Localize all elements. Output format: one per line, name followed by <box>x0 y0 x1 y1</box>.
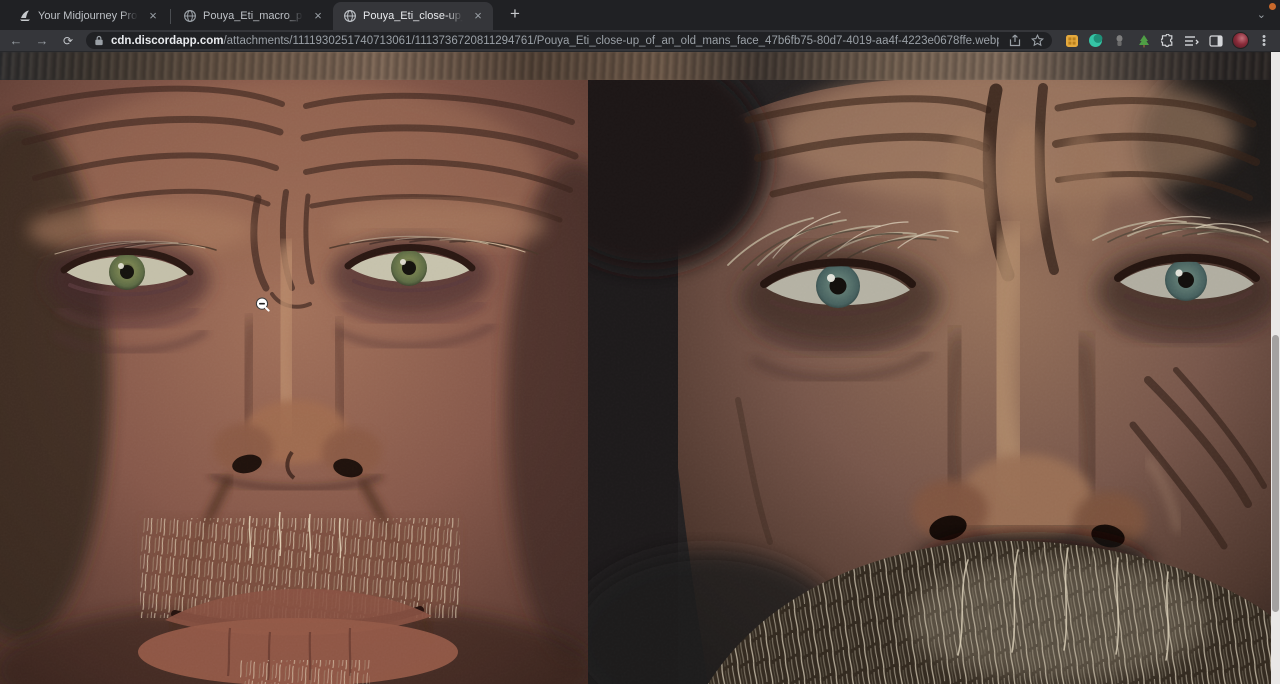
left-portrait[interactable] <box>0 80 588 684</box>
close-icon[interactable]: × <box>471 9 485 23</box>
browser-window: Your Midjourney Profile × Pouya_Eti_macr… <box>0 0 1280 684</box>
tab-separator <box>170 9 171 24</box>
extensions-row: ••• <box>1060 32 1280 49</box>
teal-moon-extension-icon[interactable] <box>1088 33 1103 48</box>
tab-title: Your Midjourney Profile <box>38 10 140 22</box>
tab-midjourney-profile[interactable]: Your Midjourney Profile × <box>8 2 168 30</box>
yellow-grid-extension-icon[interactable] <box>1064 33 1079 48</box>
green-tree-extension-icon[interactable] <box>1136 33 1151 48</box>
gray-extension-icon[interactable] <box>1112 33 1127 48</box>
page-scrollbar[interactable] <box>1271 52 1280 684</box>
tab-macro-photo[interactable]: Pouya_Eti_macro_photo_of_a × <box>173 2 333 30</box>
close-icon[interactable]: × <box>311 9 325 23</box>
browser-toolbar: ← → ⟳ cdn.discordapp.com/attachments/111… <box>0 30 1280 52</box>
tab-search-chevron-icon[interactable]: ⌄ <box>1257 8 1266 21</box>
image-viewer-page[interactable] <box>0 52 1280 684</box>
scrollbar-thumb[interactable] <box>1272 335 1279 612</box>
browser-menu-icon[interactable]: ••• <box>1258 35 1270 47</box>
forward-button[interactable]: → <box>32 31 52 51</box>
tab-title: Pouya_Eti_close-up_of_an_ol <box>363 10 465 22</box>
recording-indicator-dot <box>1269 3 1276 10</box>
right-portrait[interactable] <box>588 80 1271 684</box>
new-tab-button[interactable]: + <box>503 2 527 26</box>
puzzle-extensions-icon[interactable] <box>1160 33 1175 48</box>
tab-strip: Your Midjourney Profile × Pouya_Eti_macr… <box>0 0 1280 30</box>
bookmark-star-icon[interactable] <box>1031 34 1044 47</box>
close-icon[interactable]: × <box>146 9 160 23</box>
share-icon[interactable] <box>1009 34 1021 47</box>
reading-list-icon[interactable] <box>1184 33 1199 48</box>
right-portrait-art <box>588 80 1271 684</box>
profile-avatar[interactable] <box>1232 32 1249 49</box>
url-domain: cdn.discordapp.com <box>111 35 223 47</box>
url-path: /attachments/1111930251740713061/1113736… <box>223 35 999 47</box>
back-button[interactable]: ← <box>6 31 26 51</box>
tab-closeup-active[interactable]: Pouya_Eti_close-up_of_an_ol × <box>333 2 493 30</box>
globe-icon <box>183 9 197 23</box>
side-panel-icon[interactable] <box>1208 33 1223 48</box>
upper-image-row-strip <box>0 52 1271 80</box>
tab-title: Pouya_Eti_macro_photo_of_a <box>203 10 305 22</box>
address-bar[interactable]: cdn.discordapp.com/attachments/111193025… <box>86 32 1052 49</box>
lock-icon <box>94 35 104 46</box>
midjourney-sailboat-icon <box>18 9 32 23</box>
reload-button[interactable]: ⟳ <box>58 31 78 51</box>
left-portrait-art <box>0 80 588 684</box>
url-text: cdn.discordapp.com/attachments/111193025… <box>111 35 999 47</box>
globe-icon <box>343 9 357 23</box>
